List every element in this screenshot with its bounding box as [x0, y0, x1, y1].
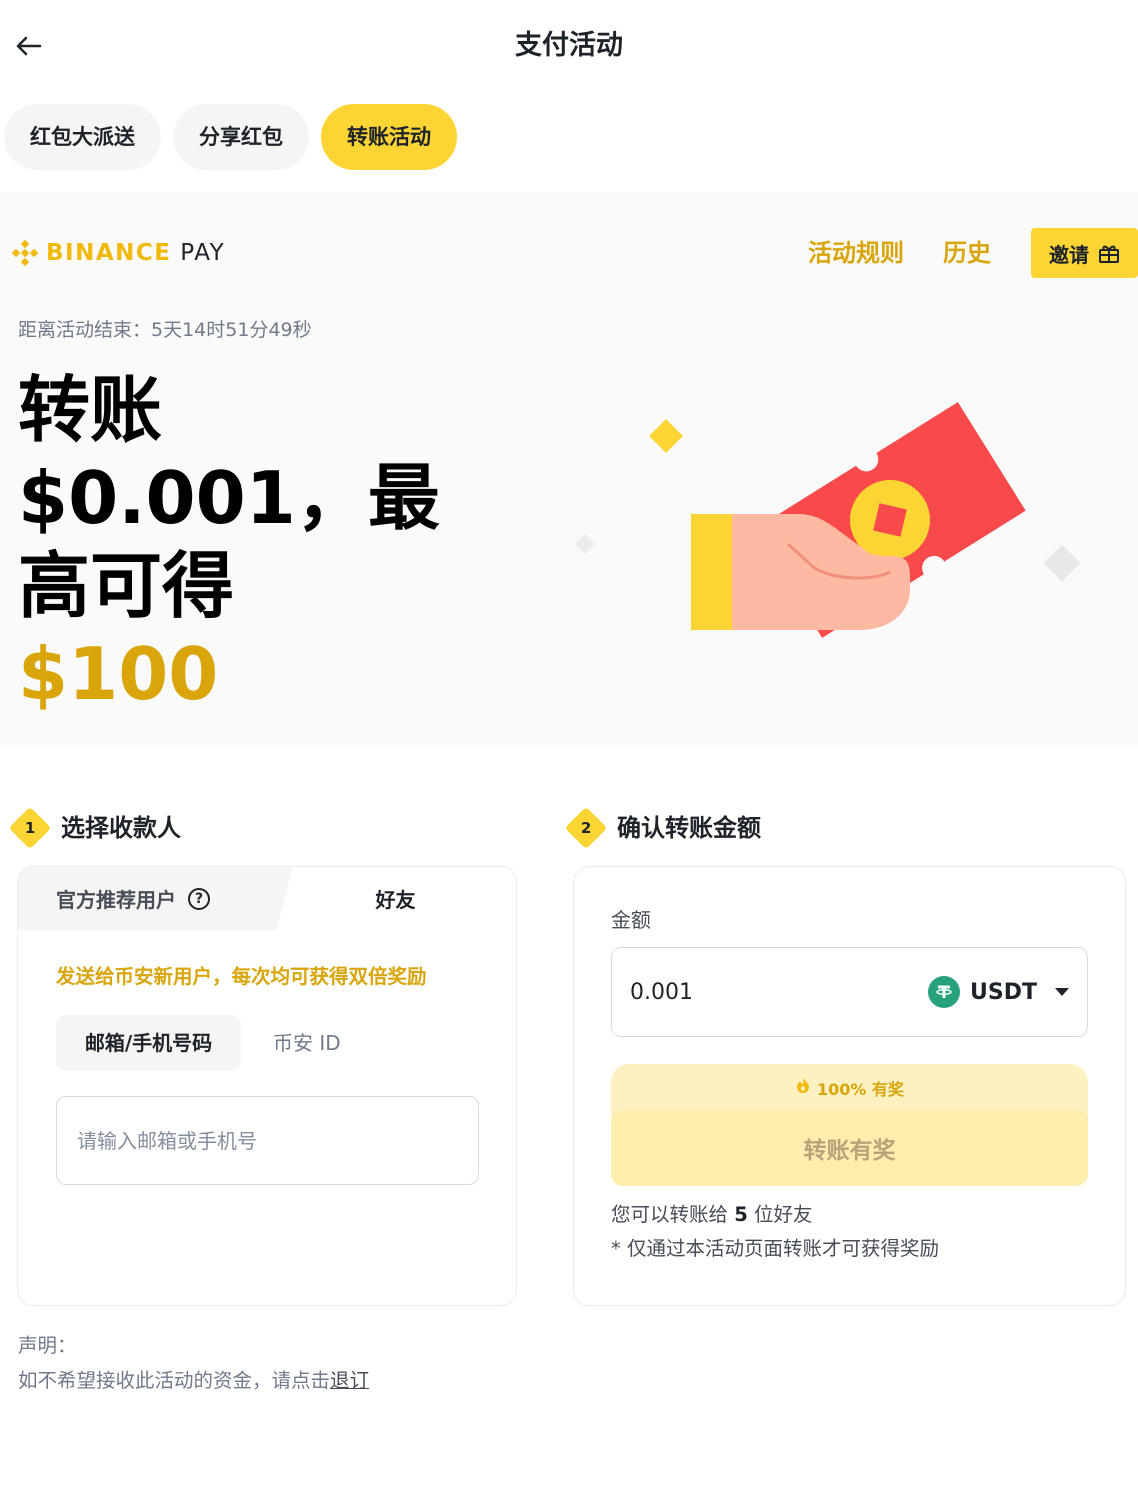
headline-line-1: 转账: [18, 368, 163, 452]
reward-badge-label: 100% 有奖: [816, 1080, 904, 1099]
step-2-header: 2 确认转账金额: [564, 806, 761, 850]
step-2-title: 确认转账金额: [617, 814, 761, 842]
disclaimer-title: 声明：: [18, 1334, 77, 1357]
decor-diamond-gray-small: [575, 534, 595, 554]
unsubscribe-link[interactable]: 退订: [330, 1369, 369, 1392]
step-1-header: 1 选择收款人: [8, 806, 181, 850]
help-icon[interactable]: ?: [188, 887, 210, 910]
brand-pay: PAY: [180, 240, 226, 266]
decor-diamond-yellow: [649, 419, 683, 453]
back-button[interactable]: [8, 26, 48, 66]
double-reward-promo: 发送给币安新用户，每次均可获得双倍奖励: [56, 965, 427, 988]
friends-limit-note: 您可以转账给 5 位好友: [611, 1203, 813, 1226]
segment-recommended-label: 官方推荐用户: [56, 888, 176, 912]
amount-label: 金额: [611, 908, 651, 932]
chevron-down-icon: [1055, 988, 1069, 996]
tab-transfer-activity[interactable]: 转账活动: [321, 104, 457, 170]
invite-button[interactable]: 邀请: [1031, 228, 1138, 278]
step-1-title: 选择收款人: [61, 814, 181, 842]
arrow-left-icon: [16, 36, 42, 56]
brand-binance: BINANCE: [46, 240, 172, 266]
email-phone-input[interactable]: [56, 1096, 479, 1185]
segment-recommended-users[interactable]: 官方推荐用户 ?: [18, 867, 293, 930]
gift-icon: [1099, 245, 1119, 263]
flame-icon: [796, 1077, 809, 1093]
hero-headline: 转账 $0.001，最 高可得 $100: [18, 366, 458, 718]
sleeve-cuff: [691, 514, 732, 630]
transfer-button[interactable]: 转账有奖: [611, 1110, 1088, 1186]
friends-count: 5: [734, 1203, 748, 1226]
page-title: 支付活动: [515, 30, 623, 61]
segment-friends[interactable]: 好友: [293, 867, 516, 930]
amount-card: 金额 USDT 100% 有奖 转账有奖 您可以转账给 5 位好友 * 仅通过本…: [573, 866, 1126, 1306]
amount-input[interactable]: [630, 979, 929, 1005]
coin-label: USDT: [970, 979, 1037, 1005]
step-1-badge: 1: [8, 806, 52, 850]
activity-tabs: 红包大派送 分享红包 转账活动: [4, 104, 457, 170]
amount-field: USDT: [611, 947, 1088, 1037]
subtab-binance-id[interactable]: 币安 ID: [273, 1015, 341, 1071]
tab-share-red-packet[interactable]: 分享红包: [173, 104, 309, 170]
binance-logo-icon: [11, 239, 39, 267]
history-link[interactable]: 历史: [943, 236, 991, 270]
headline-amount: $100: [18, 632, 219, 716]
hand-red-packet-illustration: [575, 402, 1081, 638]
tab-red-packet-giveaway[interactable]: 红包大派送: [4, 104, 161, 170]
coin-selector[interactable]: USDT: [928, 976, 1069, 1008]
headline-line-3: 高可得: [18, 544, 235, 628]
decor-diamond-gray-large: [1043, 544, 1081, 582]
disclaimer-body: 如不希望接收此活动的资金，请点击退订: [18, 1369, 370, 1392]
headline-line-2: $0.001，最: [18, 456, 440, 540]
usdt-tether-icon: [928, 976, 961, 1008]
subtab-email-phone[interactable]: 邮箱/手机号码: [56, 1015, 241, 1071]
countdown-text: 距离活动结束：5天14时51分49秒: [18, 319, 312, 341]
recipient-card: 官方推荐用户 ? 好友 发送给币安新用户，每次均可获得双倍奖励 邮箱/手机号码 …: [17, 866, 517, 1306]
activity-only-note: * 仅通过本活动页面转账才可获得奖励: [611, 1237, 939, 1260]
invite-label: 邀请: [1049, 242, 1089, 267]
binance-pay-logo: BINANCE PAY: [10, 238, 225, 268]
step-2-badge: 2: [564, 806, 608, 850]
rules-link[interactable]: 活动规则: [808, 236, 904, 270]
